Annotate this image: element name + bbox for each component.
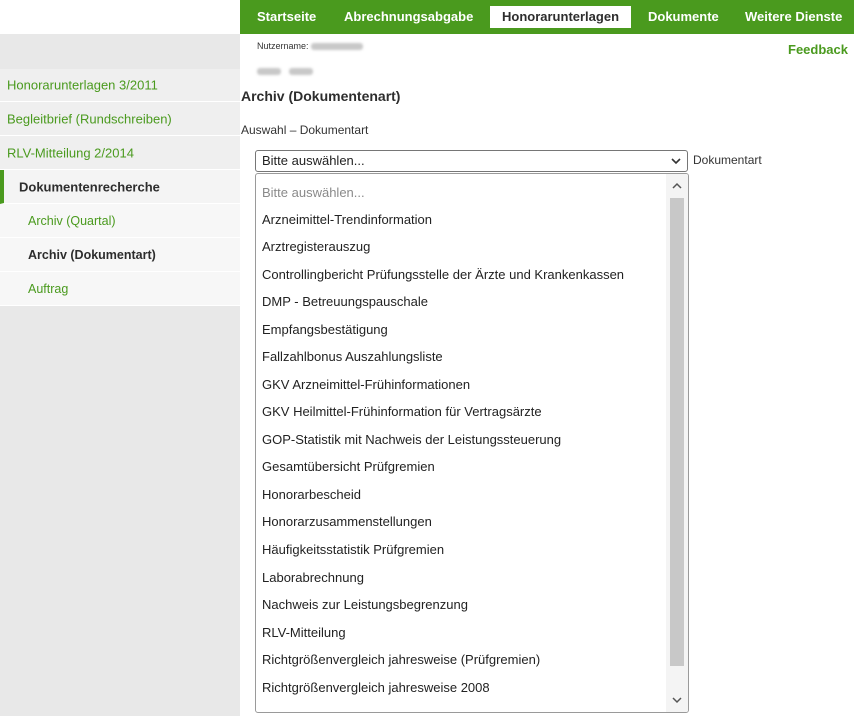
sidebar-subitem-auftrag[interactable]: Auftrag <box>0 272 240 306</box>
dropdown-option[interactable]: Honorarzusammenstellungen <box>256 508 666 535</box>
username-row: Nutzername: <box>257 41 364 51</box>
select-label: Auswahl – Dokumentart <box>241 123 369 137</box>
sidebar-subitem-archiv-quartal[interactable]: Archiv (Quartal) <box>0 204 240 238</box>
sidebar-item-label: Auftrag <box>28 281 69 296</box>
dropdown-option[interactable]: Richtgrößenvergleich jahresweise (Prüfgr… <box>256 646 666 673</box>
redacted-username <box>311 43 364 51</box>
nav-item-dokumente[interactable]: Dokumente <box>648 0 719 34</box>
scroll-down-arrow-icon[interactable] <box>666 690 688 710</box>
nav-item-startseite[interactable]: Startseite <box>257 0 316 34</box>
feedback-link[interactable]: Feedback <box>788 42 848 57</box>
dropdown-option[interactable]: Empfangsbestätigung <box>256 316 666 343</box>
dropdown-option[interactable]: Honorarbescheid <box>256 481 666 508</box>
sidebar-item-honorarunterlagen-3-2011[interactable]: Honorarunterlagen 3/2011 <box>0 69 240 102</box>
username-label: Nutzername: <box>257 41 309 51</box>
dropdown-option[interactable]: Gesamtübersicht Prüfgremien <box>256 453 666 480</box>
dropdown-option[interactable]: Laborabrechnung <box>256 564 666 591</box>
dropdown-option-placeholder[interactable]: Bitte auswählen... <box>256 179 666 206</box>
dropdown-option[interactable]: RLV-Mitteilung <box>256 619 666 646</box>
nav-item-abrechnungsabgabe[interactable]: Abrechnungsabgabe <box>344 0 473 34</box>
sidebar-item-label: Archiv (Quartal) <box>28 213 116 228</box>
dropdown-option[interactable]: Nachweis zur Leistungsbegrenzung <box>256 591 666 618</box>
sidebar-section-dokumentenrecherche[interactable]: Dokumentenrecherche <box>0 170 240 204</box>
redacted-user-detail <box>257 63 313 78</box>
sidebar-subitem-archiv-dokumentart[interactable]: Archiv (Dokumentart) <box>0 238 240 272</box>
sidebar-item-label: RLV-Mitteilung 2/2014 <box>7 145 134 160</box>
select-current-value: Bitte auswählen... <box>262 153 365 168</box>
document-type-select[interactable]: Bitte auswählen... <box>255 150 688 172</box>
dropdown-option[interactable]: Richtgrößenvergleich jahresweise 2008 <box>256 674 666 701</box>
page-title: Archiv (Dokumentenart) <box>241 88 401 104</box>
dropdown-option[interactable]: Controllingbericht Prüfungsstelle der Är… <box>256 261 666 288</box>
dropdown-option[interactable]: Arzneimittel-Trendinformation <box>256 206 666 233</box>
select-caption: Dokumentart <box>693 153 762 167</box>
sidebar-item-rlv-mitteilung[interactable]: RLV-Mitteilung 2/2014 <box>0 136 240 170</box>
sidebar-item-label: Begleitbrief (Rundschreiben) <box>7 111 172 126</box>
document-type-dropdown-list: Bitte auswählen... Arzneimittel-Trendinf… <box>255 173 689 713</box>
nav-item-honorarunterlagen[interactable]: Honorarunterlagen <box>490 6 632 28</box>
dropdown-option[interactable]: GKV Heilmittel-Frühinformation für Vertr… <box>256 398 666 425</box>
nav-item-weitere-dienste[interactable]: Weitere Dienste <box>745 0 842 34</box>
scroll-up-arrow-icon[interactable] <box>666 176 688 196</box>
dropdown-option[interactable]: Häufigkeitsstatistik Prüfgremien <box>256 536 666 563</box>
sidebar-section-label: Dokumentenrecherche <box>19 179 160 194</box>
top-navigation-bar: Startseite Abrechnungsabgabe Honorarunte… <box>240 0 854 34</box>
dropdown-option[interactable]: Fallzahlbonus Auszahlungsliste <box>256 343 666 370</box>
scrollbar-thumb[interactable] <box>670 198 684 666</box>
dropdown-option[interactable]: GOP-Statistik mit Nachweis der Leistungs… <box>256 426 666 453</box>
dropdown-option[interactable]: DMP - Betreuungspauschale <box>256 288 666 315</box>
sidebar-item-begleitbrief[interactable]: Begleitbrief (Rundschreiben) <box>0 102 240 136</box>
dropdown-option[interactable]: Arztregisterauszug <box>256 233 666 260</box>
sidebar-item-label: Archiv (Dokumentart) <box>28 247 156 262</box>
dropdown-option[interactable]: GKV Arzneimittel-Frühinformationen <box>256 371 666 398</box>
dropdown-scrollbar[interactable] <box>666 174 688 712</box>
sidebar-item-label: Honorarunterlagen 3/2011 <box>7 77 158 93</box>
